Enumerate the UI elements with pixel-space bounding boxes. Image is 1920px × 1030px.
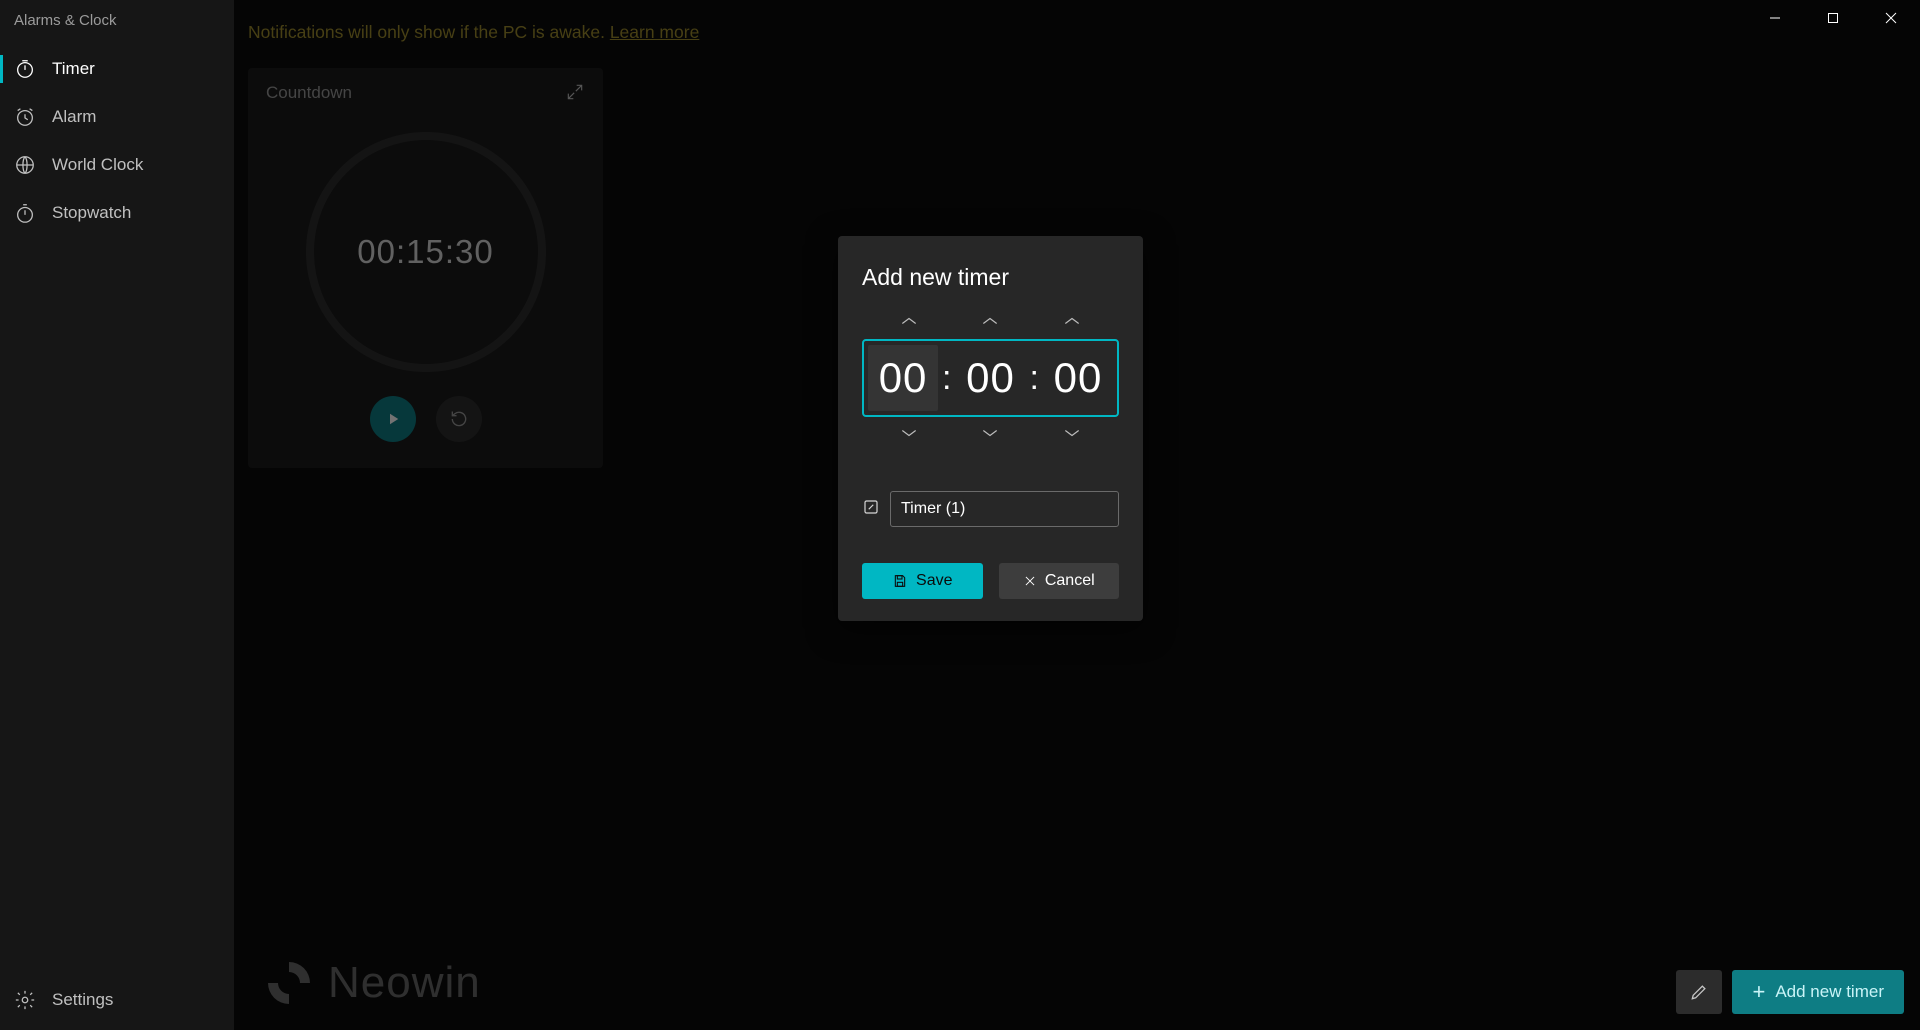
progress-ring: 00:15:30 bbox=[306, 132, 546, 372]
sidebar-item-timer[interactable]: Timer bbox=[0, 45, 234, 93]
sidebar-item-label: World Clock bbox=[52, 155, 143, 175]
main-area: Notifications will only show if the PC i… bbox=[234, 0, 1920, 1030]
window-controls bbox=[1746, 0, 1920, 36]
timer-ring: 00:15:30 bbox=[248, 132, 603, 372]
add-timer-dialog: Add new timer 00 : 00 : 00 bbox=[838, 236, 1143, 621]
alarm-icon bbox=[14, 106, 36, 128]
dialog-title: Add new timer bbox=[862, 264, 1119, 291]
timer-name-row bbox=[862, 491, 1119, 527]
stopwatch-icon bbox=[14, 202, 36, 224]
minutes-down-button[interactable] bbox=[963, 421, 1017, 447]
hours-down-button[interactable] bbox=[882, 421, 936, 447]
cancel-label: Cancel bbox=[1045, 572, 1095, 590]
sidebar-item-alarm[interactable]: Alarm bbox=[0, 93, 234, 141]
sidebar-item-label: Settings bbox=[52, 990, 113, 1010]
card-actions bbox=[248, 396, 603, 442]
seconds-up-button[interactable] bbox=[1045, 309, 1099, 335]
bottom-bar: + Add new timer bbox=[1676, 970, 1904, 1014]
world-clock-icon bbox=[14, 154, 36, 176]
timer-card-countdown[interactable]: Countdown 00:15:30 bbox=[248, 68, 603, 468]
sidebar-item-label: Stopwatch bbox=[52, 203, 131, 223]
learn-more-link[interactable]: Learn more bbox=[610, 22, 700, 42]
sidebar: Alarms & Clock Timer Alarm World Clock S… bbox=[0, 0, 234, 1030]
watermark: Neowin bbox=[264, 958, 481, 1008]
maximize-button[interactable] bbox=[1804, 0, 1862, 36]
sidebar-item-world-clock[interactable]: World Clock bbox=[0, 141, 234, 189]
hours-up-button[interactable] bbox=[882, 309, 936, 335]
app-title: Alarms & Clock bbox=[0, 8, 234, 45]
app-root: Alarms & Clock Timer Alarm World Clock S… bbox=[0, 0, 1920, 1030]
seconds-down-button[interactable] bbox=[1045, 421, 1099, 447]
minutes-field[interactable]: 00 bbox=[956, 354, 1026, 402]
edit-name-icon bbox=[862, 498, 880, 521]
sidebar-item-settings[interactable]: Settings bbox=[0, 976, 234, 1024]
cancel-button[interactable]: Cancel bbox=[999, 563, 1120, 599]
spinner-up-row bbox=[862, 309, 1119, 335]
time-separator: : bbox=[942, 359, 951, 398]
dialog-actions: Save Cancel bbox=[862, 563, 1119, 599]
card-header: Countdown bbox=[248, 68, 603, 104]
hours-field[interactable]: 00 bbox=[868, 345, 938, 411]
sidebar-item-label: Timer bbox=[52, 59, 95, 79]
reset-button[interactable] bbox=[436, 396, 482, 442]
neowin-logo-icon bbox=[264, 958, 314, 1008]
expand-icon[interactable] bbox=[565, 82, 587, 104]
watermark-text: Neowin bbox=[328, 958, 481, 1008]
gear-icon bbox=[14, 989, 36, 1011]
minutes-up-button[interactable] bbox=[963, 309, 1017, 335]
sidebar-item-stopwatch[interactable]: Stopwatch bbox=[0, 189, 234, 237]
save-button[interactable]: Save bbox=[862, 563, 983, 599]
timer-icon bbox=[14, 58, 36, 80]
notification-bar: Notifications will only show if the PC i… bbox=[234, 0, 1920, 43]
seconds-field[interactable]: 00 bbox=[1043, 354, 1113, 402]
time-separator: : bbox=[1030, 359, 1039, 398]
play-button[interactable] bbox=[370, 396, 416, 442]
timer-name-input[interactable] bbox=[890, 491, 1119, 527]
time-display: 00:15:30 bbox=[357, 233, 493, 271]
close-button[interactable] bbox=[1862, 0, 1920, 36]
sidebar-item-label: Alarm bbox=[52, 107, 96, 127]
add-timer-label: Add new timer bbox=[1775, 982, 1884, 1002]
add-new-timer-button[interactable]: + Add new timer bbox=[1732, 970, 1904, 1014]
save-label: Save bbox=[916, 572, 952, 590]
minimize-button[interactable] bbox=[1746, 0, 1804, 36]
spinner-down-row bbox=[862, 421, 1119, 447]
card-title: Countdown bbox=[266, 83, 352, 103]
edit-timers-button[interactable] bbox=[1676, 970, 1722, 1014]
notification-text: Notifications will only show if the PC i… bbox=[248, 22, 610, 42]
time-picker[interactable]: 00 : 00 : 00 bbox=[862, 339, 1119, 417]
plus-icon: + bbox=[1752, 981, 1765, 1003]
